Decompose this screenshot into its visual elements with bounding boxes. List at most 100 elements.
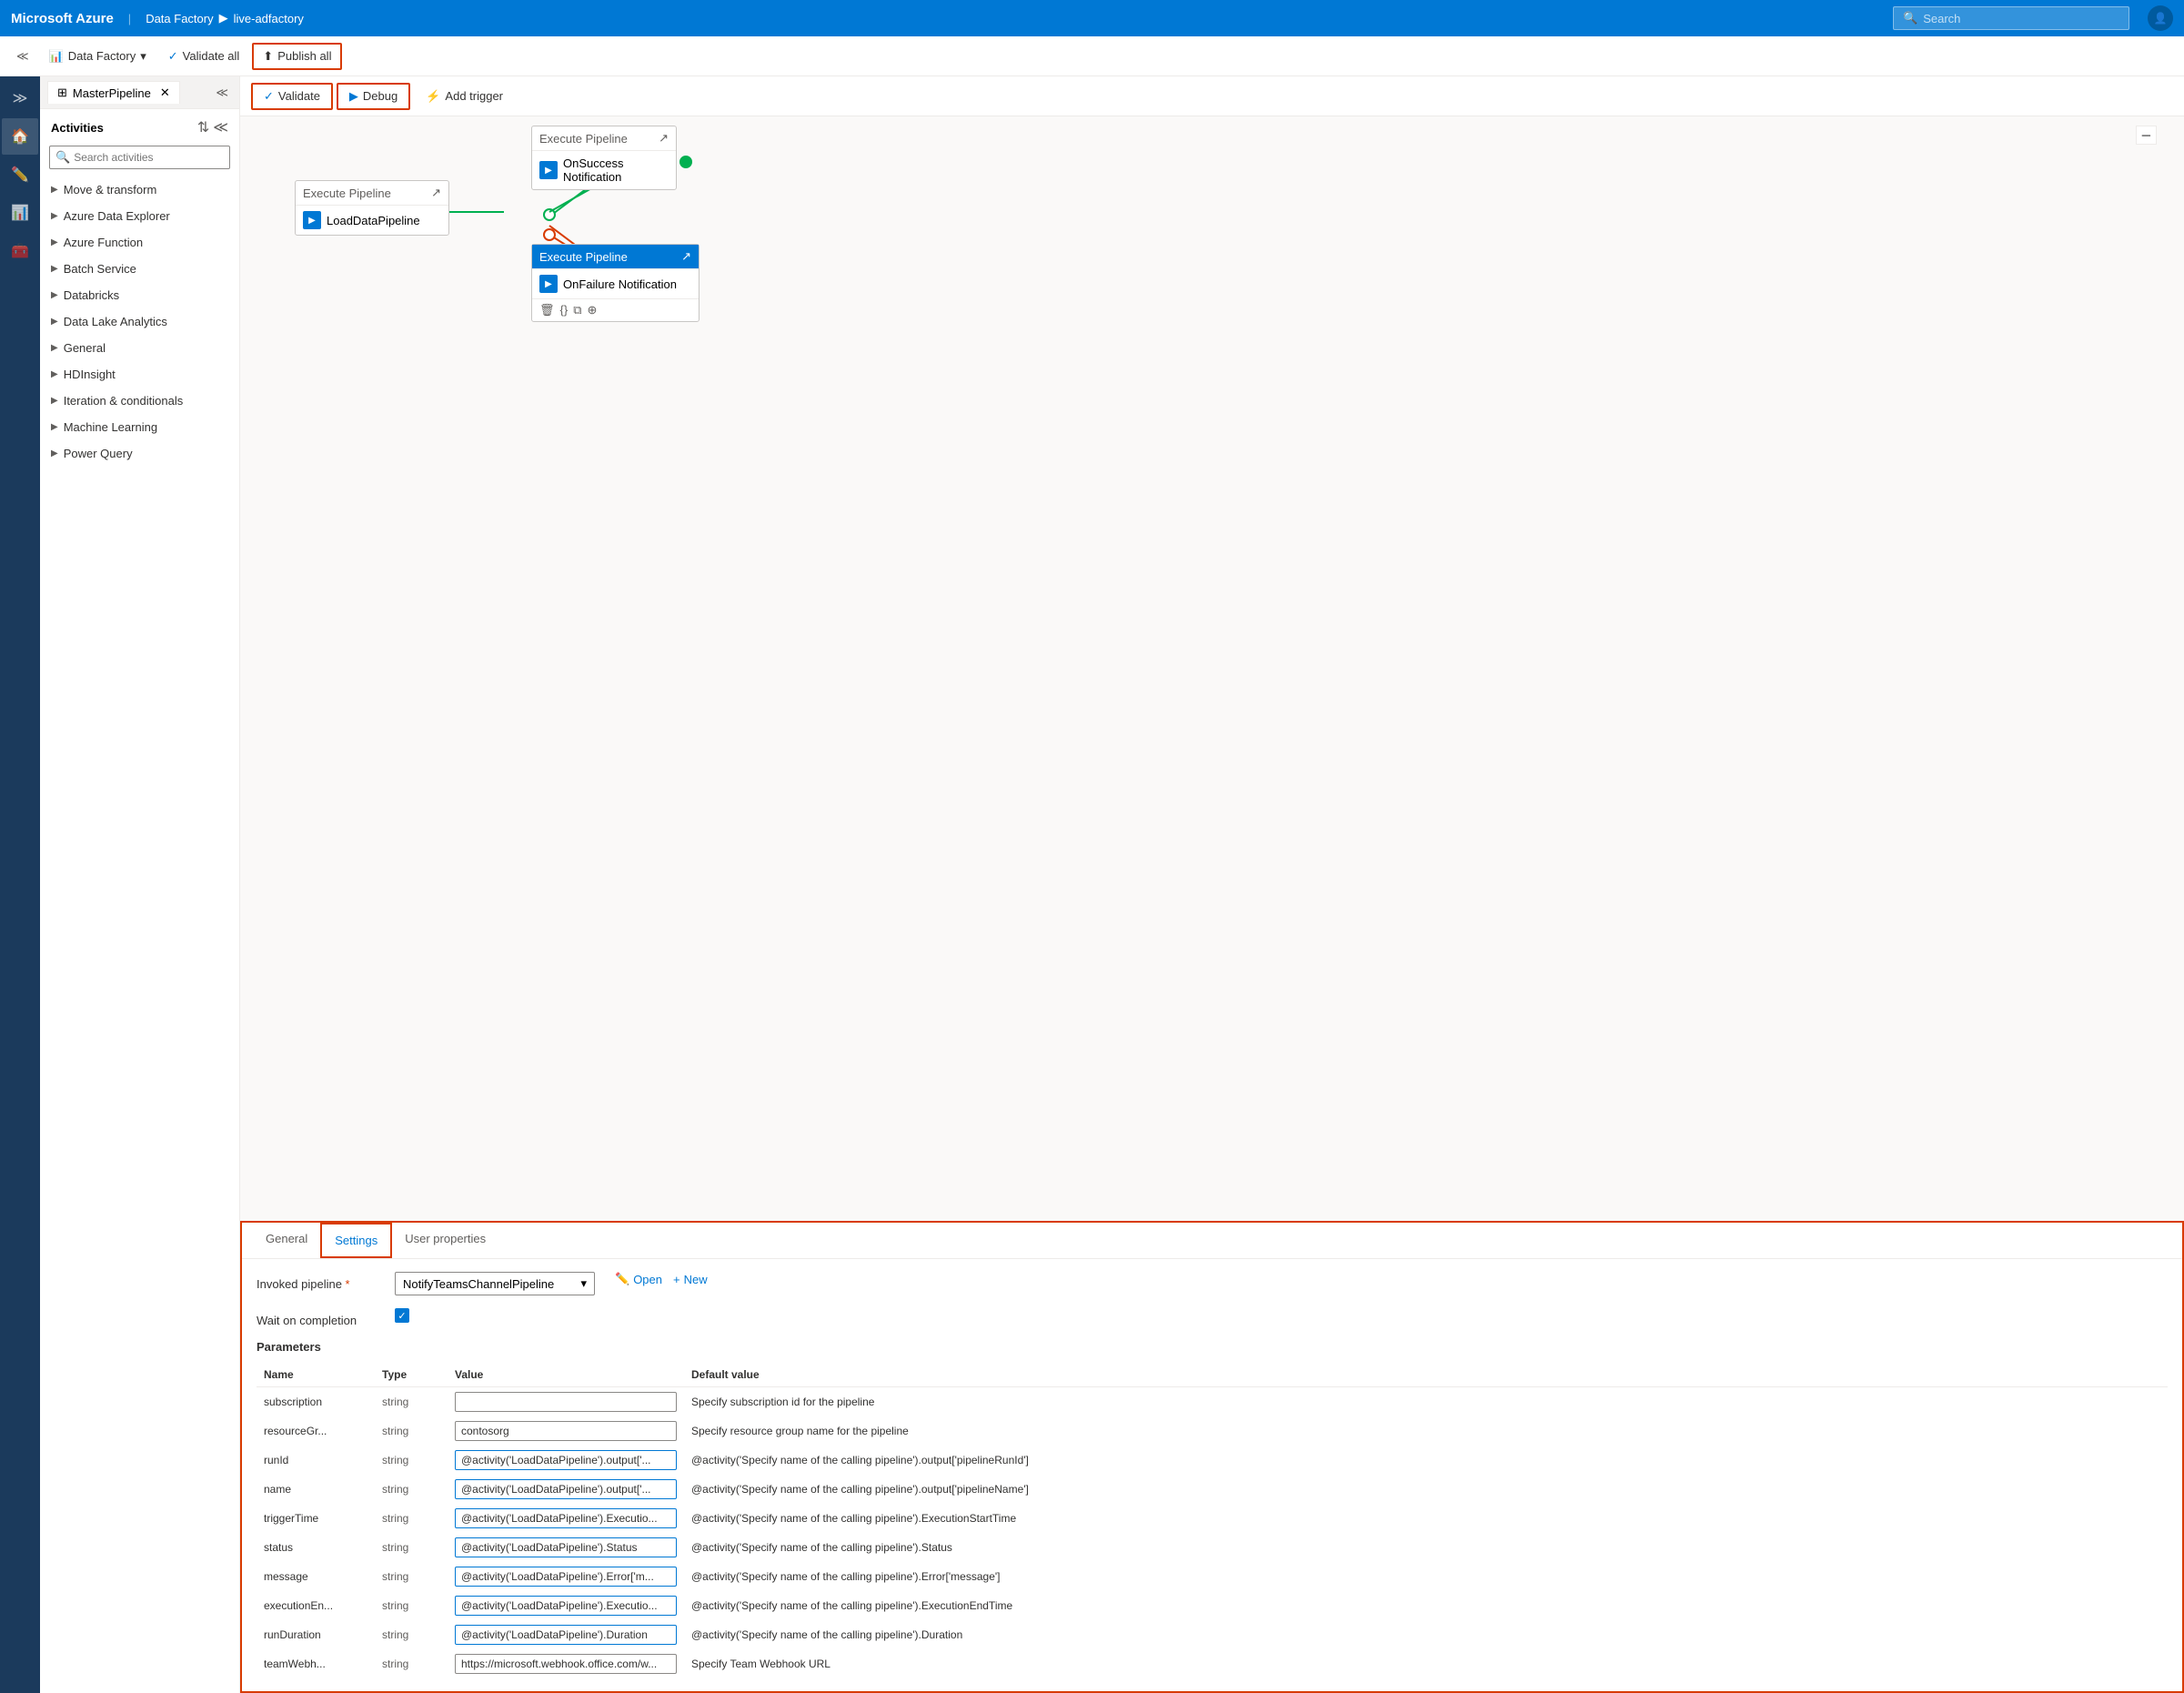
param-default-cell: Specify subscription id for the pipeline	[684, 1387, 2168, 1417]
param-value-input[interactable]	[455, 1450, 677, 1470]
invoked-pipeline-dropdown[interactable]: NotifyTeamsChannelPipeline ▾	[395, 1272, 595, 1295]
group-machine-learning-header[interactable]: ▶ Machine Learning	[40, 416, 239, 438]
avatar[interactable]: 👤	[2148, 5, 2173, 31]
group-iteration-conditionals-header[interactable]: ▶ Iteration & conditionals	[40, 389, 239, 412]
breadcrumb-sep1: |	[128, 12, 131, 25]
param-value-input[interactable]	[455, 1392, 677, 1412]
group-databricks-header[interactable]: ▶ Databricks	[40, 284, 239, 307]
node-on-failure[interactable]: Execute Pipeline ↗ ▶ OnFailure Notificat…	[531, 244, 699, 322]
sidebar-icon-home[interactable]: 🏠	[2, 118, 38, 155]
node-on-failure-icon: ▶	[539, 275, 558, 293]
debug-btn[interactable]: ▶ Debug	[337, 83, 410, 110]
node-load-data[interactable]: Execute Pipeline ↗ ▶ LoadDataPipeline	[295, 180, 449, 236]
param-row: runId string @activity('Specify name of …	[257, 1446, 2168, 1475]
add-trigger-btn[interactable]: ⚡ Add trigger	[414, 84, 515, 109]
add-icon[interactable]: ⊕	[588, 303, 598, 317]
param-value-cell[interactable]	[448, 1620, 684, 1649]
param-value-cell[interactable]	[448, 1649, 684, 1678]
tab-general[interactable]: General	[253, 1223, 320, 1258]
collapse-panel-btn[interactable]: ≪	[212, 82, 232, 104]
sidebar-icon-monitor[interactable]: 📊	[2, 195, 38, 231]
param-value-cell[interactable]	[448, 1533, 684, 1562]
dropdown-chevron-icon: ▾	[580, 1276, 587, 1291]
publish-all-btn[interactable]: ⬆ Publish all	[252, 43, 342, 70]
param-value-cell[interactable]	[448, 1446, 684, 1475]
param-value-input[interactable]	[455, 1479, 677, 1499]
external-link-icon[interactable]: ↗	[431, 186, 441, 200]
group-power-query-header[interactable]: ▶ Power Query	[40, 442, 239, 465]
group-azure-data-explorer-header[interactable]: ▶ Azure Data Explorer	[40, 205, 239, 227]
param-name-cell: runId	[257, 1446, 375, 1475]
activities-title: Activities	[51, 121, 104, 135]
sidebar-icon-pencil[interactable]: ✏️	[2, 156, 38, 193]
param-type-cell: string	[375, 1446, 448, 1475]
param-value-cell[interactable]	[448, 1387, 684, 1417]
param-value-cell[interactable]	[448, 1504, 684, 1533]
param-value-input[interactable]	[455, 1508, 677, 1528]
group-azure-data-explorer: ▶ Azure Data Explorer	[40, 203, 239, 229]
close-pipeline-tab-icon[interactable]: ✕	[160, 86, 170, 100]
external-link-icon[interactable]: ↗	[659, 131, 669, 146]
tab-settings[interactable]: Settings	[320, 1223, 392, 1258]
param-value-input[interactable]	[455, 1596, 677, 1616]
new-pipeline-btn[interactable]: + New	[673, 1273, 708, 1286]
param-value-cell[interactable]	[448, 1416, 684, 1446]
pipeline-tab-label: MasterPipeline	[73, 86, 151, 100]
group-general-header[interactable]: ▶ General	[40, 337, 239, 359]
group-move-transform-header[interactable]: ▶ Move & transform	[40, 178, 239, 201]
search-input[interactable]	[1923, 12, 2119, 25]
minimize-canvas-btn[interactable]: ─	[2136, 126, 2157, 145]
activities-search-box[interactable]: 🔍	[49, 146, 230, 169]
group-label: HDInsight	[64, 368, 116, 381]
param-type-cell: string	[375, 1591, 448, 1620]
validate-btn[interactable]: ✓ Validate	[251, 83, 333, 110]
group-label: Data Lake Analytics	[64, 315, 167, 328]
wait-on-completion-checkbox[interactable]: ✓	[395, 1308, 409, 1323]
pipeline-canvas[interactable]: Execute Pipeline ↗ ▶ LoadDataPipeline Ex…	[240, 116, 2184, 1221]
param-name-cell: name	[257, 1475, 375, 1504]
validate-all-btn[interactable]: ✓ Validate all	[159, 45, 249, 68]
sidebar-icon-expand[interactable]: ≫	[2, 80, 38, 116]
pipeline-tab[interactable]: ⊞ MasterPipeline ✕	[47, 81, 180, 104]
data-factory-btn[interactable]: 📊 Data Factory ▾	[40, 45, 156, 68]
invoked-pipeline-label: Invoked pipeline *	[257, 1272, 384, 1291]
param-value-input[interactable]	[455, 1625, 677, 1645]
required-marker: *	[345, 1277, 349, 1291]
tab-user-properties[interactable]: User properties	[392, 1223, 498, 1258]
param-value-input[interactable]	[455, 1537, 677, 1557]
pencil-icon: ✏️	[615, 1272, 629, 1286]
col-default: Default value	[684, 1363, 2168, 1387]
settings-panel: General Settings User properties Invoked…	[240, 1221, 2184, 1693]
code-icon[interactable]: {}	[560, 303, 569, 317]
group-label: Power Query	[64, 447, 133, 460]
param-value-input[interactable]	[455, 1567, 677, 1587]
group-data-lake-analytics-header[interactable]: ▶ Data Lake Analytics	[40, 310, 239, 333]
expand-activities-btn[interactable]: ≪	[213, 118, 228, 136]
param-name-cell: triggerTime	[257, 1504, 375, 1533]
global-search-box[interactable]: 🔍	[1893, 6, 2129, 30]
collapse-all-btn[interactable]: ⇅	[197, 118, 209, 136]
search-activities-input[interactable]	[74, 151, 224, 164]
external-link-icon[interactable]: ↗	[681, 249, 691, 264]
param-default-cell: @activity('Specify name of the calling p…	[684, 1475, 2168, 1504]
copy-icon[interactable]: ⧉	[573, 303, 581, 317]
param-type-cell: string	[375, 1416, 448, 1446]
collapse-sidebar-btn[interactable]: ≪	[9, 45, 36, 67]
param-value-cell[interactable]	[448, 1562, 684, 1591]
group-hdinsight-header[interactable]: ▶ HDInsight	[40, 363, 239, 386]
sidebar-icon-toolbox[interactable]: 🧰	[2, 233, 38, 269]
open-pipeline-btn[interactable]: ✏️ Open	[615, 1272, 662, 1286]
param-value-input[interactable]	[455, 1654, 677, 1674]
param-value-cell[interactable]	[448, 1475, 684, 1504]
delete-icon[interactable]: 🗑	[539, 303, 555, 317]
param-value-cell[interactable]	[448, 1591, 684, 1620]
chevron-icon: ▶	[51, 237, 58, 247]
group-label: Azure Function	[64, 236, 143, 249]
breadcrumb-data-factory[interactable]: Data Factory	[146, 12, 213, 25]
breadcrumb-factory-name: live-adfactory	[234, 12, 304, 25]
param-row: triggerTime string @activity('Specify na…	[257, 1504, 2168, 1533]
node-on-success[interactable]: Execute Pipeline ↗ ▶ OnSuccess Notificat…	[531, 126, 677, 190]
group-batch-service-header[interactable]: ▶ Batch Service	[40, 257, 239, 280]
group-azure-function-header[interactable]: ▶ Azure Function	[40, 231, 239, 254]
param-value-input[interactable]	[455, 1421, 677, 1441]
